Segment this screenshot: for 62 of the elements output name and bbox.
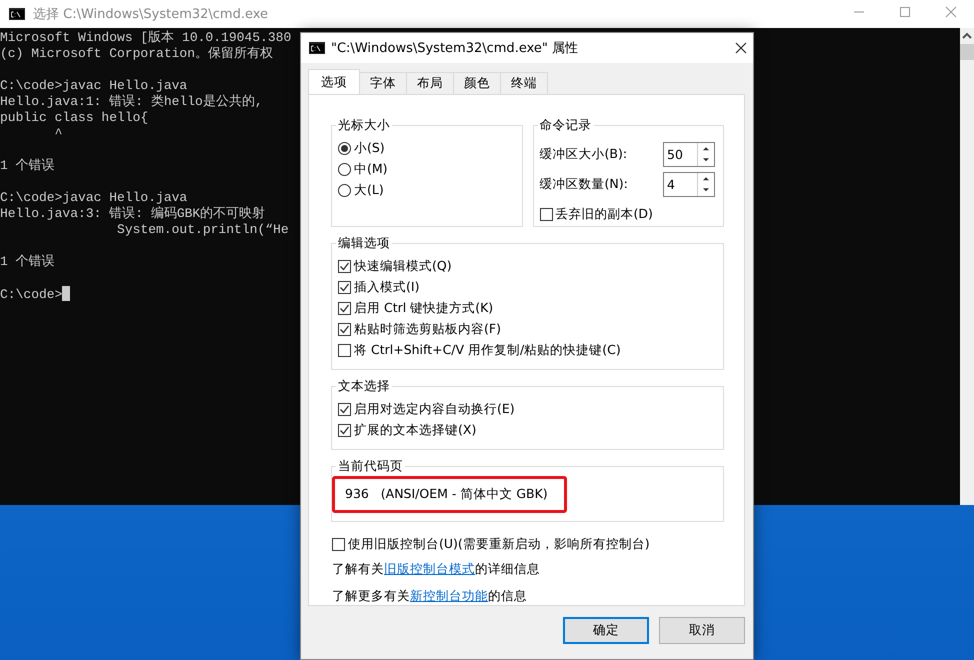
console-line: C:\code>javac Hello.java: [0, 78, 188, 93]
tab[interactable]: 选项: [308, 69, 360, 94]
console-line: public class hello{: [0, 110, 148, 125]
field-label: 缓冲区数量(N):: [540, 176, 629, 192]
close-icon[interactable]: [735, 42, 747, 54]
radio-option[interactable]: 小(S): [338, 138, 385, 159]
checkbox[interactable]: [338, 344, 351, 357]
console-line: (c) Microsoft Corporation。保留所有权: [0, 46, 274, 61]
console-line: System.out.println(“He: [116, 222, 289, 237]
console-line: ^: [54, 126, 62, 141]
checkbox-option[interactable]: 启用 Ctrl 键快捷方式(K): [338, 298, 494, 319]
link[interactable]: 旧版控制台模式: [384, 561, 475, 578]
spin-field[interactable]: 4: [663, 172, 715, 196]
checkbox-option[interactable]: 插入模式(I): [338, 277, 420, 298]
window-title: 选择 C:\Windows\System32\cmd.exe: [33, 6, 268, 23]
checkbox[interactable]: [338, 323, 351, 336]
radio-option[interactable]: 大(L): [338, 180, 384, 201]
checkbox[interactable]: [338, 302, 351, 315]
text-cursor: [62, 286, 70, 301]
console-line: Hello.java:1: 错误: 类hello是公共的,: [0, 94, 263, 109]
checkbox-option[interactable]: 粘贴时筛选剪贴板内容(F): [338, 319, 501, 340]
console-line: Hello.java:3: 错误: 编码GBK的不可映射: [0, 206, 266, 221]
radio-option[interactable]: 中(M): [338, 159, 388, 180]
group-title: 光标大小: [337, 117, 391, 134]
field-label: 缓冲区大小(B):: [540, 146, 628, 162]
checkbox-option[interactable]: 快速编辑模式(Q): [338, 256, 452, 277]
code-page-value: 936 (ANSI/OEM - 简体中文 GBK): [332, 476, 567, 513]
checkbox[interactable]: [338, 403, 351, 416]
checkbox[interactable]: [338, 424, 351, 437]
checkbox-option[interactable]: 丢弃旧的副本(D): [540, 204, 653, 225]
checkbox[interactable]: [332, 538, 345, 551]
checkbox-option[interactable]: 扩展的文本选择键(X): [338, 420, 476, 441]
group-title: 当前代码页: [337, 458, 404, 475]
console-line: 1 个错误: [0, 254, 55, 269]
checkbox[interactable]: [540, 208, 552, 221]
console-icon: [309, 42, 325, 54]
checkbox-option[interactable]: 启用对选定内容自动换行(E): [338, 399, 515, 420]
checkbox[interactable]: [338, 260, 351, 273]
checkbox-option[interactable]: 将 Ctrl+Shift+C/V 用作复制/粘贴的快捷键(C): [338, 340, 621, 361]
group-title: 编辑选项: [337, 235, 391, 252]
radio-button[interactable]: [338, 142, 351, 155]
console-icon: [9, 8, 25, 20]
console-line: Microsoft Windows [版本 10.0.19045.380: [0, 30, 292, 45]
checkbox-option[interactable]: 使用旧版控制台(U)(需要重新启动，影响所有控制台): [332, 534, 650, 555]
scroll-thumb[interactable]: [960, 44, 974, 60]
group-title: 命令记录: [538, 117, 592, 134]
dialog-button[interactable]: 取消: [659, 617, 745, 644]
checkbox[interactable]: [338, 281, 351, 294]
link[interactable]: 新控制台功能: [410, 588, 488, 605]
scrollbar[interactable]: [960, 28, 974, 505]
console-line: C:\code>javac Hello.java: [0, 190, 188, 205]
info-text: 了解更多有关新控制台功能的信息: [331, 588, 528, 605]
tab[interactable]: 终端: [500, 72, 548, 94]
console-line: C:\code>: [0, 287, 62, 302]
spin-field[interactable]: 50: [663, 142, 715, 166]
dialog-button[interactable]: 确定: [563, 617, 649, 644]
radio-button[interactable]: [338, 184, 351, 197]
info-text: 了解有关旧版控制台模式的详细信息: [331, 561, 541, 578]
radio-button[interactable]: [338, 163, 351, 176]
group-title: 文本选择: [337, 378, 391, 395]
dialog-title: "C:\Windows\System32\cmd.exe" 属性: [331, 40, 578, 57]
console-line: 1 个错误: [0, 158, 55, 173]
